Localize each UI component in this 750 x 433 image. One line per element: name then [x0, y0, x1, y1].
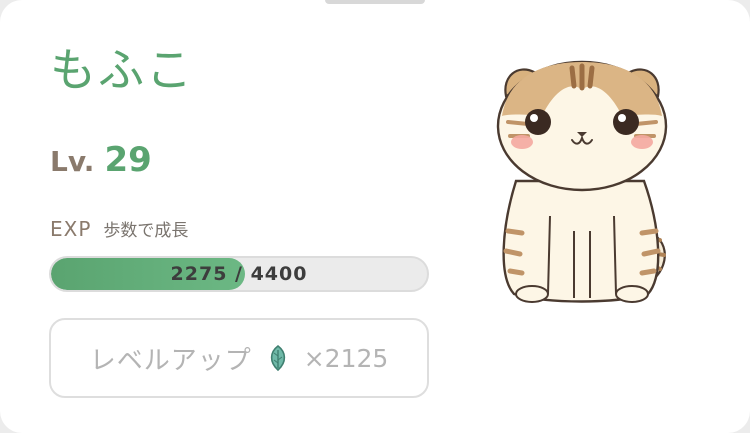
leaf-icon — [266, 344, 290, 372]
exp-label: EXP — [50, 217, 92, 241]
level-value: 29 — [104, 140, 152, 180]
pet-card: もふこ Lv. 29 EXP 歩数で成長 2275 / 4400 レベルアップ … — [0, 0, 750, 433]
cat-illustration — [496, 60, 668, 303]
exp-header: EXP 歩数で成長 — [50, 216, 188, 241]
level-label: Lv. — [50, 145, 95, 178]
drag-handle[interactable] — [325, 0, 425, 4]
exp-progress-bar: 2275 / 4400 — [49, 256, 429, 292]
level-display: Lv. 29 — [50, 140, 152, 180]
pet-name: もふこ — [50, 43, 194, 97]
level-up-button[interactable]: レベルアップ ×2125 — [49, 318, 429, 398]
level-up-label: レベルアップ — [89, 345, 252, 376]
exp-progress-text: 2275 / 4400 — [170, 263, 308, 285]
exp-subtitle: 歩数で成長 — [103, 221, 189, 241]
level-up-cost: ×2125 — [303, 343, 389, 373]
